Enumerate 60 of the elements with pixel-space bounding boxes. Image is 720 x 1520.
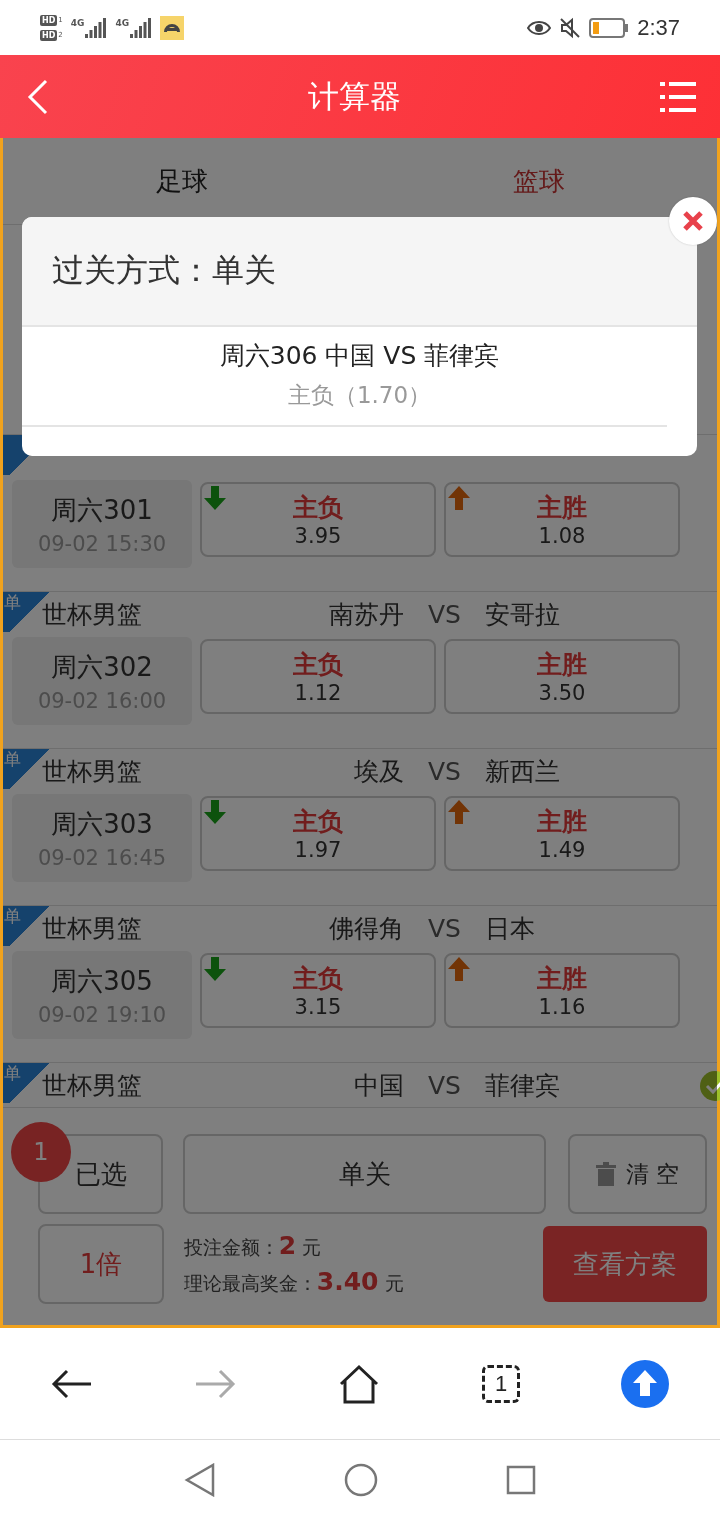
dialog-title: 过关方式：单关 (22, 217, 697, 327)
upload-button[interactable] (621, 1359, 670, 1408)
back-nav-button[interactable] (184, 1462, 216, 1497)
league-name: 世杯男篮 (42, 599, 143, 631)
count-badge: 1 (11, 1122, 71, 1182)
mode-button[interactable]: 单关 (183, 1134, 547, 1214)
match-number: 周六305 (51, 964, 153, 998)
odds-button[interactable]: 主负 3.95 (200, 482, 436, 557)
page-title: 计算器 (307, 76, 401, 116)
odds-button[interactable]: 主负 1.97 (200, 796, 436, 871)
close-icon (682, 210, 704, 232)
network-type: 4G (70, 17, 85, 28)
league-name: 世杯男篮 (42, 913, 143, 945)
home-team: 南苏丹 (328, 599, 404, 631)
trash-icon (595, 1162, 616, 1186)
vs-label: VS (428, 914, 461, 943)
max-prize-text: 理论最高奖金：3.40 元 (183, 1267, 405, 1297)
away-team: 新西兰 (485, 756, 560, 788)
stake-text: 投注金额：2 元 (183, 1231, 323, 1261)
match-number: 周六303 (51, 807, 153, 841)
hd-badge: HD (40, 14, 58, 26)
home-team: 佛得角 (328, 913, 404, 945)
recents-nav-button[interactable] (506, 1464, 536, 1495)
home-nav-button[interactable] (344, 1462, 378, 1497)
back-button[interactable] (50, 1368, 93, 1399)
home-team: 中国 (353, 1070, 404, 1102)
tabs-button[interactable]: 1 (482, 1364, 521, 1403)
odds-button[interactable]: 主胜 1.16 (444, 953, 680, 1028)
away-team: 安哥拉 (485, 599, 560, 631)
eye-icon (527, 18, 552, 37)
odds-button[interactable]: 主胜 1.08 (444, 482, 680, 557)
multiplier-button[interactable]: 1倍 (38, 1224, 164, 1304)
away-team: 菲律宾 (485, 1070, 560, 1102)
vs-label: VS (428, 757, 461, 786)
league-name: 世杯男篮 (42, 756, 143, 788)
menu-button[interactable] (660, 81, 696, 112)
signal-icon (85, 17, 108, 38)
view-plan-button[interactable]: 查看方案 (543, 1226, 707, 1302)
home-team: 埃及 (353, 756, 404, 788)
odds-button[interactable]: 主负 1.12 (200, 639, 436, 714)
battery-icon (589, 17, 630, 38)
match-number: 周六302 (51, 650, 153, 684)
clear-button[interactable]: 清 空 (568, 1134, 707, 1214)
hd-badge: HD (40, 29, 58, 41)
close-button[interactable] (669, 197, 717, 245)
dialog-pick: 主负（1.70） (287, 381, 432, 410)
signal-icon (130, 17, 153, 38)
match-number: 周六301 (51, 493, 153, 527)
odds-button[interactable]: 主胜 1.49 (444, 796, 680, 871)
league-name: 世杯男篮 (42, 1070, 143, 1102)
clock: 2:37 (637, 14, 680, 41)
vs-label: VS (428, 1071, 461, 1100)
car-icon (160, 15, 185, 40)
network-type: 4G (115, 17, 130, 28)
odds-button[interactable]: 主负 3.15 (200, 953, 436, 1028)
vs-label: VS (428, 600, 461, 629)
away-team: 日本 (485, 913, 535, 945)
mute-icon (559, 16, 582, 39)
dialog-match: 周六306 中国 VS 菲律宾 (219, 340, 500, 372)
odds-button[interactable]: 主胜 3.50 (444, 639, 680, 714)
